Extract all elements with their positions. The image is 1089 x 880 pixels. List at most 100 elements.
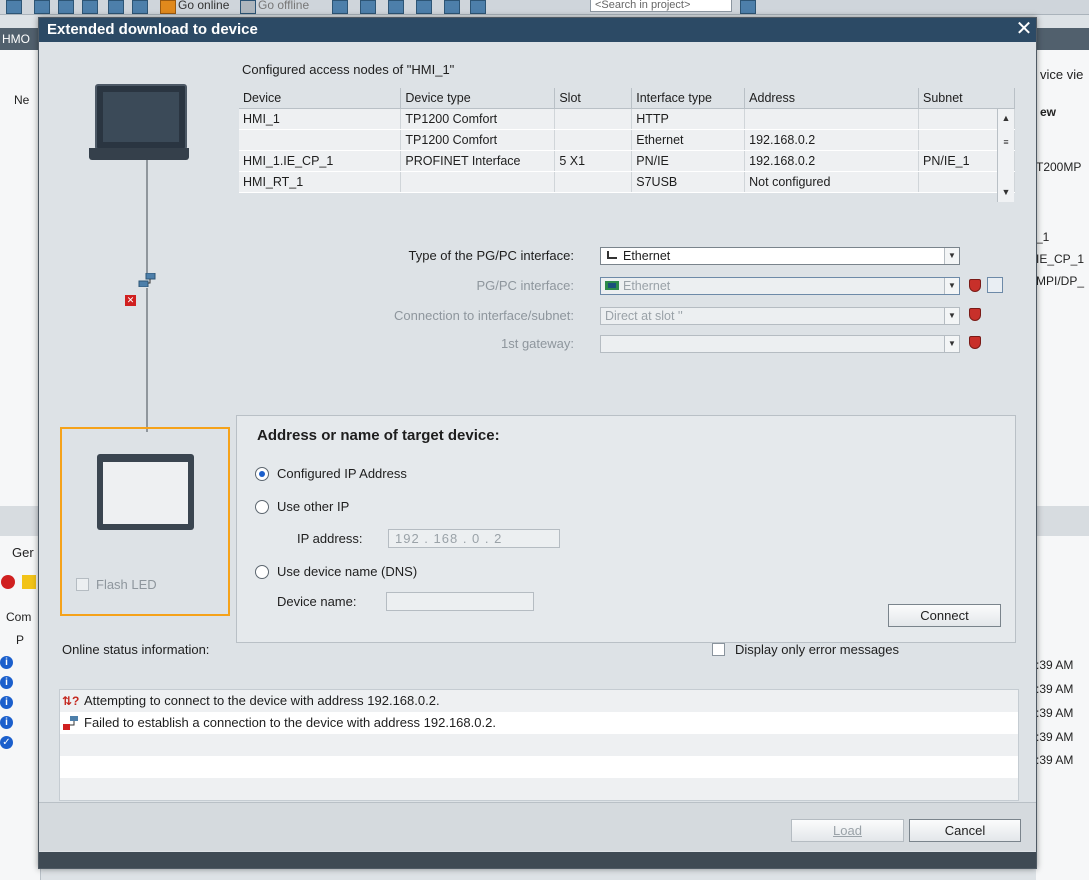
pg-pc-laptop-icon — [95, 84, 187, 150]
simulation-icon[interactable] — [108, 0, 124, 14]
gateway-select[interactable]: ▼ — [600, 335, 960, 353]
connect-button[interactable]: Connect — [888, 604, 1001, 627]
search-icon[interactable] — [740, 0, 756, 14]
column-header-device[interactable]: Device — [239, 88, 402, 109]
cell-address — [744, 108, 920, 130]
accessible-devices-icon[interactable] — [332, 0, 348, 14]
ethernet-icon — [607, 251, 617, 259]
scroll-up-icon[interactable]: ▲ — [998, 111, 1014, 125]
cell-interface-type: PN/IE — [631, 150, 746, 172]
column-header-interface-type[interactable]: Interface type — [631, 88, 746, 109]
flash-led-checkbox[interactable] — [76, 578, 89, 591]
column-header-subnet[interactable]: Subnet — [918, 88, 1015, 109]
timestamp: :39 AM — [1036, 753, 1074, 767]
list-item[interactable]: Failed to establish a connection to the … — [60, 712, 1018, 734]
other-ip-label[interactable]: Use other IP — [277, 499, 349, 514]
device-name-radio[interactable] — [255, 565, 269, 579]
pgpc-interface-select[interactable]: Ethernet ▼ — [600, 277, 960, 295]
general-tab[interactable]: Ger — [12, 545, 34, 560]
ip-address-input[interactable]: 192 . 168 . 0 . 2 — [388, 529, 560, 548]
connection-error-icon: ✕ — [125, 295, 136, 306]
go-online-button[interactable]: Go online — [178, 0, 229, 12]
cancel-button[interactable]: Cancel — [909, 819, 1021, 842]
security-shield-icon — [969, 336, 981, 349]
load-button[interactable]: Load — [791, 819, 904, 842]
close-project-icon[interactable] — [416, 0, 432, 14]
error-filter-icon[interactable] — [1, 575, 15, 589]
flash-led-label: Flash LED — [96, 577, 157, 592]
close-button[interactable]: ✕ — [1014, 19, 1034, 39]
table-row[interactable]: HMI_RT_1 S7USB Not configured — [239, 171, 1015, 193]
success-icon: ✓ — [0, 736, 13, 749]
scroll-thumb-icon[interactable]: ≡ — [998, 135, 1014, 149]
scroll-down-icon[interactable]: ▼ — [998, 185, 1014, 199]
cell-device-type — [400, 171, 556, 193]
warning-filter-icon[interactable] — [22, 575, 36, 589]
chevron-down-icon[interactable]: ▼ — [944, 336, 959, 352]
chevron-down-icon[interactable]: ▼ — [944, 278, 959, 294]
table-row[interactable]: HMI_1 TP1200 Comfort HTTP — [239, 108, 1015, 130]
cell-address: 192.168.0.2 — [744, 129, 920, 151]
cross-reference-icon[interactable] — [360, 0, 376, 14]
column-header-device-type[interactable]: Device type — [400, 88, 556, 109]
network-card-icon — [605, 281, 619, 290]
project-search-input[interactable]: <Search in project> — [590, 0, 732, 12]
info-icon: i — [0, 676, 13, 689]
chevron-down-icon[interactable]: ▼ — [944, 308, 959, 324]
connection-subnet-label: Connection to interface/subnet: — [394, 308, 574, 323]
other-ip-radio[interactable] — [255, 500, 269, 514]
cell-device-type: PROFINET Interface — [400, 150, 556, 172]
connection-subnet-select[interactable]: Direct at slot '' ▼ — [600, 307, 960, 325]
configured-ip-label[interactable]: Configured IP Address — [277, 466, 407, 481]
inspector-header — [0, 506, 40, 536]
configured-ip-radio[interactable] — [255, 467, 269, 481]
device-list-item[interactable]: MPI/DP_ — [1036, 274, 1089, 288]
dialog-title: Extended download to device — [47, 21, 258, 38]
device-list-item[interactable]: _1 — [1036, 230, 1089, 244]
device-view-tab[interactable]: vice vie — [1040, 67, 1089, 82]
pgpc-type-select[interactable]: Ethernet ▼ — [600, 247, 960, 265]
device-name-dns-label[interactable]: Use device name (DNS) — [277, 564, 417, 579]
split-vertical-icon[interactable] — [470, 0, 486, 14]
table-scrollbar[interactable]: ▲ ≡ ▼ — [997, 109, 1014, 202]
upload-icon[interactable] — [82, 0, 98, 14]
pgpc-interface-label: PG/PC interface: — [476, 278, 574, 293]
dialog-bottom-border — [39, 852, 1036, 868]
extended-download-dialog: Extended download to device ✕ ✕ Flash LE… — [38, 17, 1037, 869]
device-list-item[interactable]: IE_CP_1 — [1036, 252, 1089, 266]
device-name-label: Device name: — [277, 594, 357, 609]
table-row[interactable]: HMI_1.IE_CP_1 PROFINET Interface 5 X1 PN… — [239, 150, 1015, 172]
go-offline-icon[interactable] — [240, 0, 256, 14]
cell-device: HMI_RT_1 — [239, 171, 402, 193]
diagnostics-icon[interactable] — [987, 277, 1003, 293]
compile-icon[interactable] — [34, 0, 50, 14]
connecting-icon: ⇅? — [62, 694, 80, 708]
chevron-down-icon[interactable]: ▼ — [944, 248, 959, 264]
network-connector-icon — [138, 273, 156, 287]
ip-address-label: IP address: — [297, 531, 363, 546]
download-icon[interactable] — [58, 0, 74, 14]
column-header-address[interactable]: Address — [744, 88, 920, 109]
tree-item[interactable]: Ne — [14, 93, 29, 107]
pgpc-type-label: Type of the PG/PC interface: — [408, 248, 574, 263]
inspector-header-right — [1036, 506, 1089, 536]
device-overview-tab[interactable]: ew — [1040, 105, 1089, 119]
security-shield-icon — [969, 279, 981, 292]
cell-slot: 5 X1 — [554, 150, 633, 172]
timestamp: :39 AM — [1036, 658, 1074, 672]
device-list-item[interactable]: T200MP — [1036, 160, 1089, 174]
only-errors-checkbox[interactable] — [712, 643, 725, 656]
toolbar-icon[interactable] — [6, 0, 22, 14]
go-offline-button[interactable]: Go offline — [258, 0, 309, 12]
column-header-slot[interactable]: Slot — [554, 88, 633, 109]
device-name-input[interactable] — [386, 592, 534, 611]
dialog-titlebar[interactable]: Extended download to device ✕ — [39, 18, 1036, 42]
go-online-icon[interactable] — [160, 0, 176, 14]
split-horizontal-icon[interactable] — [444, 0, 460, 14]
stop-icon[interactable] — [132, 0, 148, 14]
monitor-icon[interactable] — [388, 0, 404, 14]
pgpc-type-value: Ethernet — [623, 249, 671, 263]
list-item[interactable]: ⇅? Attempting to connect to the device w… — [60, 690, 1018, 712]
table-row[interactable]: TP1200 Comfort Ethernet 192.168.0.2 — [239, 129, 1015, 151]
only-errors-label[interactable]: Display only error messages — [735, 642, 899, 657]
